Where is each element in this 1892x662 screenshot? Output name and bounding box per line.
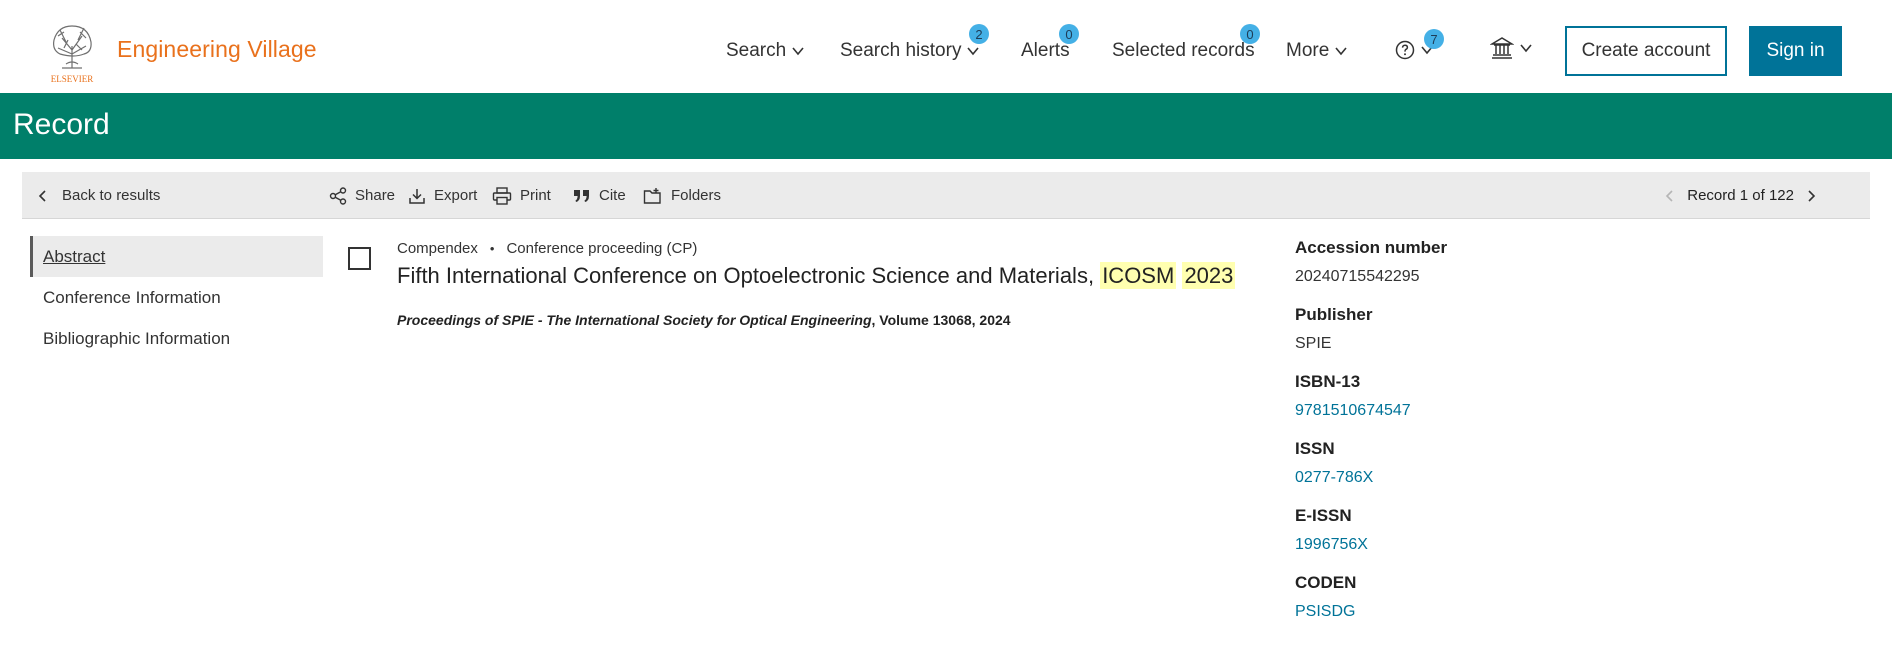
coden-link[interactable]: PSISDG	[1295, 597, 1695, 640]
selected-records-count-badge: 0	[1240, 24, 1260, 44]
elsevier-logo[interactable]: ELSEVIER	[44, 20, 100, 84]
section-link-conference-information[interactable]: Conference Information	[30, 277, 323, 318]
isbn13-label: ISBN-13	[1295, 372, 1361, 391]
chevron-down-icon	[967, 47, 980, 56]
share-label: Share	[355, 187, 396, 204]
record-pagination: Record 1 of 122	[1663, 172, 1818, 219]
chevron-down-icon	[792, 47, 804, 56]
coden-label: CODEN	[1295, 573, 1357, 592]
record-section-nav: Abstract Conference Information Bibliogr…	[30, 236, 323, 359]
next-record-icon[interactable]	[1804, 189, 1818, 203]
page-title: Record	[13, 108, 110, 141]
printer-icon	[492, 186, 512, 205]
record-toolbar: Back to results Share Export Print Cite	[22, 172, 1870, 219]
record-title: Fifth International Conference on Optoel…	[397, 260, 1236, 292]
publisher-value: SPIE	[1295, 335, 1332, 352]
sign-in-button[interactable]: Sign in	[1749, 26, 1842, 76]
select-record-checkbox[interactable]	[348, 247, 371, 270]
back-to-results-button[interactable]: Back to results	[36, 172, 160, 219]
brand-name[interactable]: Engineering Village	[117, 36, 317, 63]
document-type-label: Conference proceeding (CP)	[506, 240, 698, 257]
nav-institution[interactable]	[1490, 36, 1534, 60]
isbn13-link[interactable]: 9781510674547	[1295, 396, 1695, 439]
issn-link[interactable]: 0277-786X	[1295, 463, 1695, 506]
quote-icon	[574, 189, 589, 202]
chevron-left-icon	[38, 189, 46, 202]
print-button[interactable]: Print	[492, 172, 551, 219]
record-title-text: Fifth International Conference on Optoel…	[397, 263, 1095, 288]
source-title: Proceedings of SPIE - The International …	[397, 312, 872, 328]
alerts-count-badge: 0	[1059, 24, 1079, 44]
create-account-button[interactable]: Create account	[1565, 26, 1727, 76]
record-position: Record 1 of 122	[1687, 187, 1794, 204]
nav-search[interactable]: Search	[726, 40, 806, 62]
section-link-bibliographic-information[interactable]: Bibliographic Information	[30, 318, 323, 359]
cite-label: Cite	[599, 187, 626, 204]
database-label: Compendex	[397, 240, 478, 257]
issn-label: ISSN	[1295, 439, 1335, 458]
accession-number-label: Accession number	[1295, 238, 1448, 257]
nav-alerts-label: Alerts	[1021, 40, 1070, 61]
svg-text:ELSEVIER: ELSEVIER	[51, 74, 94, 84]
eissn-link[interactable]: 1996756X	[1295, 530, 1695, 573]
source-volume-year: , Volume 13068, 2024	[871, 312, 1011, 328]
folder-add-icon	[643, 187, 661, 204]
chevron-down-icon	[1520, 44, 1532, 53]
accession-number-value: 20240715542295	[1295, 268, 1420, 285]
download-icon	[409, 188, 425, 204]
folders-button[interactable]: Folders	[643, 172, 721, 219]
nav-more[interactable]: More	[1286, 40, 1349, 62]
nav-search-history-label: Search history	[840, 40, 962, 61]
section-link-abstract[interactable]: Abstract	[30, 236, 323, 277]
institution-icon	[1490, 37, 1514, 59]
record-details: Accession number 20240715542295 Publishe…	[1295, 238, 1695, 640]
share-button[interactable]: Share	[329, 172, 395, 219]
top-header: ELSEVIER Engineering Village Search Sear…	[0, 0, 1892, 93]
help-count-badge: 7	[1424, 29, 1444, 49]
nav-selected-records-label: Selected records	[1112, 40, 1255, 61]
nav-alerts[interactable]: Alerts	[1021, 40, 1070, 62]
record-meta: Compendex • Conference proceeding (CP)	[397, 240, 697, 257]
export-label: Export	[434, 187, 478, 204]
nav-selected-records[interactable]: Selected records	[1112, 40, 1255, 62]
cite-button[interactable]: Cite	[573, 172, 626, 219]
highlighted-term: ICOSM	[1100, 262, 1177, 289]
export-button[interactable]: Export	[408, 172, 477, 219]
previous-record-icon[interactable]	[1663, 189, 1677, 203]
search-history-count-badge: 2	[969, 24, 989, 44]
nav-search-history[interactable]: Search history	[840, 40, 981, 62]
publisher-label: Publisher	[1295, 305, 1373, 324]
nav-search-label: Search	[726, 40, 787, 61]
highlighted-term: 2023	[1182, 262, 1236, 289]
back-to-results-label: Back to results	[62, 187, 161, 204]
record-source: Proceedings of SPIE - The International …	[397, 312, 1011, 328]
help-icon	[1395, 40, 1415, 60]
print-label: Print	[520, 187, 551, 204]
nav-more-label: More	[1286, 40, 1330, 61]
page-banner: Record	[0, 93, 1892, 159]
chevron-down-icon	[1335, 47, 1347, 56]
eissn-label: E-ISSN	[1295, 506, 1352, 525]
share-icon	[329, 186, 347, 205]
folders-label: Folders	[671, 187, 722, 204]
separator-dot: •	[489, 241, 495, 256]
